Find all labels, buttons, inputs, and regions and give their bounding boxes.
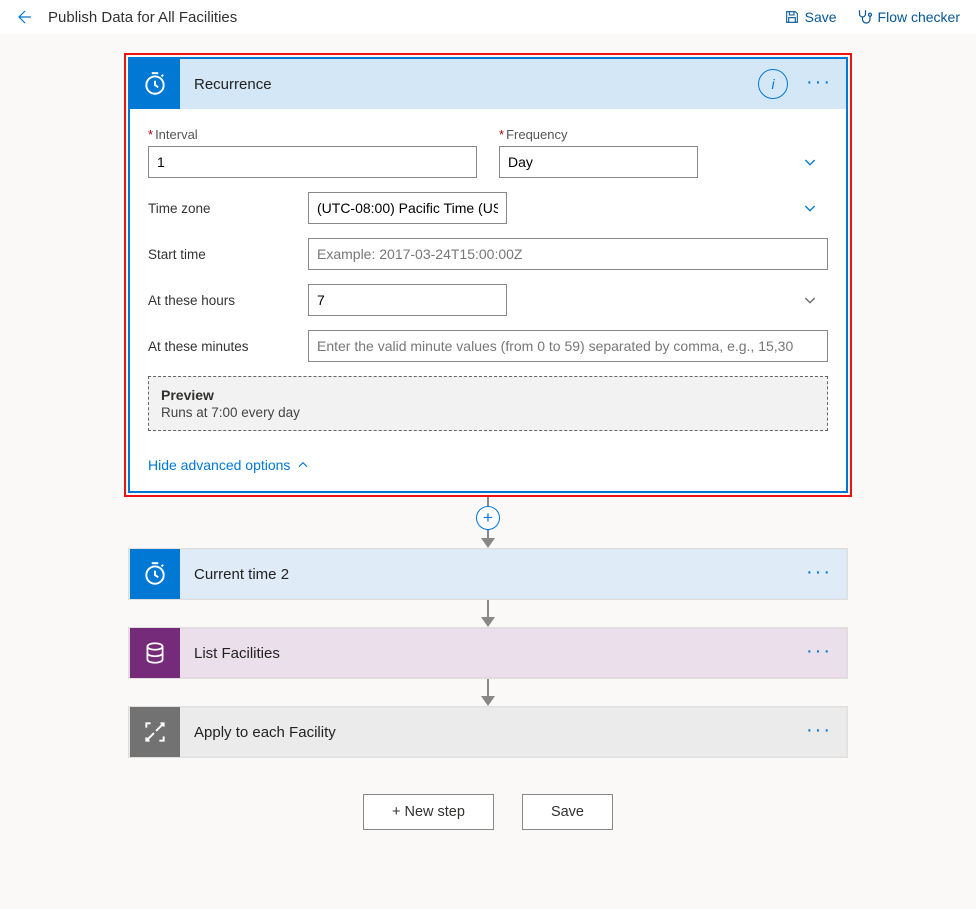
recurrence-title: Recurrence [194,76,272,93]
minutes-label: At these minutes [148,339,308,354]
advanced-options-label: Hide advanced options [148,457,290,473]
database-icon [142,640,168,666]
timezone-select[interactable] [308,192,507,224]
stethoscope-icon [855,8,873,26]
chevron-down-icon [802,292,818,308]
hours-label: At these hours [148,293,308,308]
apply-each-title: Apply to each Facility [194,724,336,741]
interval-input[interactable] [148,146,477,178]
minutes-input[interactable] [308,330,828,362]
loop-tile [130,707,180,757]
arrow-down-icon [481,617,495,627]
save-label: Save [805,9,837,25]
info-icon: i [771,76,774,92]
connector [481,600,495,627]
database-tile [130,628,180,678]
timezone-label: Time zone [148,201,308,216]
preview-title: Preview [161,387,815,403]
arrow-down-icon [481,538,495,548]
chevron-down-icon [802,154,818,170]
clock-icon [142,561,168,587]
flow-title: Publish Data for All Facilities [48,9,237,26]
recurrence-card: Recurrence i ··· Interval Frequency [128,57,848,493]
top-bar: Publish Data for All Facilities Save Flo… [0,0,976,35]
new-step-button[interactable]: + New step [363,794,494,830]
loop-icon [142,719,168,745]
clock-tile [130,549,180,599]
arrow-left-icon [16,8,34,26]
current-time-title: Current time 2 [194,566,289,583]
list-facilities-card[interactable]: List Facilities ··· [128,627,848,679]
flow-checker-action[interactable]: Flow checker [855,8,960,26]
chevron-up-icon [296,458,310,472]
arrow-down-icon [481,696,495,706]
recurrence-header[interactable]: Recurrence i ··· [130,59,846,109]
clock-tile [130,59,180,109]
starttime-label: Start time [148,247,308,262]
clock-icon [142,71,168,97]
highlighted-region: Recurrence i ··· Interval Frequency [124,53,852,497]
connector [481,679,495,706]
starttime-input[interactable] [308,238,828,270]
apply-each-card[interactable]: Apply to each Facility ··· [128,706,848,758]
preview-text: Runs at 7:00 every day [161,405,815,420]
bottom-actions: + New step Save [363,794,613,830]
add-step-button[interactable]: + [476,506,500,530]
save-icon [784,9,800,25]
preview-box: Preview Runs at 7:00 every day [148,376,828,431]
flow-checker-label: Flow checker [878,9,960,25]
frequency-label: Frequency [499,127,828,142]
back-button[interactable] [16,8,34,26]
save-action[interactable]: Save [784,9,837,25]
save-button[interactable]: Save [522,794,613,830]
interval-label: Interval [148,127,477,142]
recurrence-body: Interval Frequency Time zone [130,109,846,449]
chevron-down-icon [802,200,818,216]
advanced-options-toggle[interactable]: Hide advanced options [130,449,846,491]
connector: + [476,497,500,548]
current-time-card[interactable]: Current time 2 ··· [128,548,848,600]
list-facilities-title: List Facilities [194,645,280,662]
flow-canvas: Recurrence i ··· Interval Frequency [0,35,976,860]
frequency-select[interactable] [499,146,698,178]
hours-select[interactable] [308,284,507,316]
info-button[interactable]: i [758,69,788,99]
